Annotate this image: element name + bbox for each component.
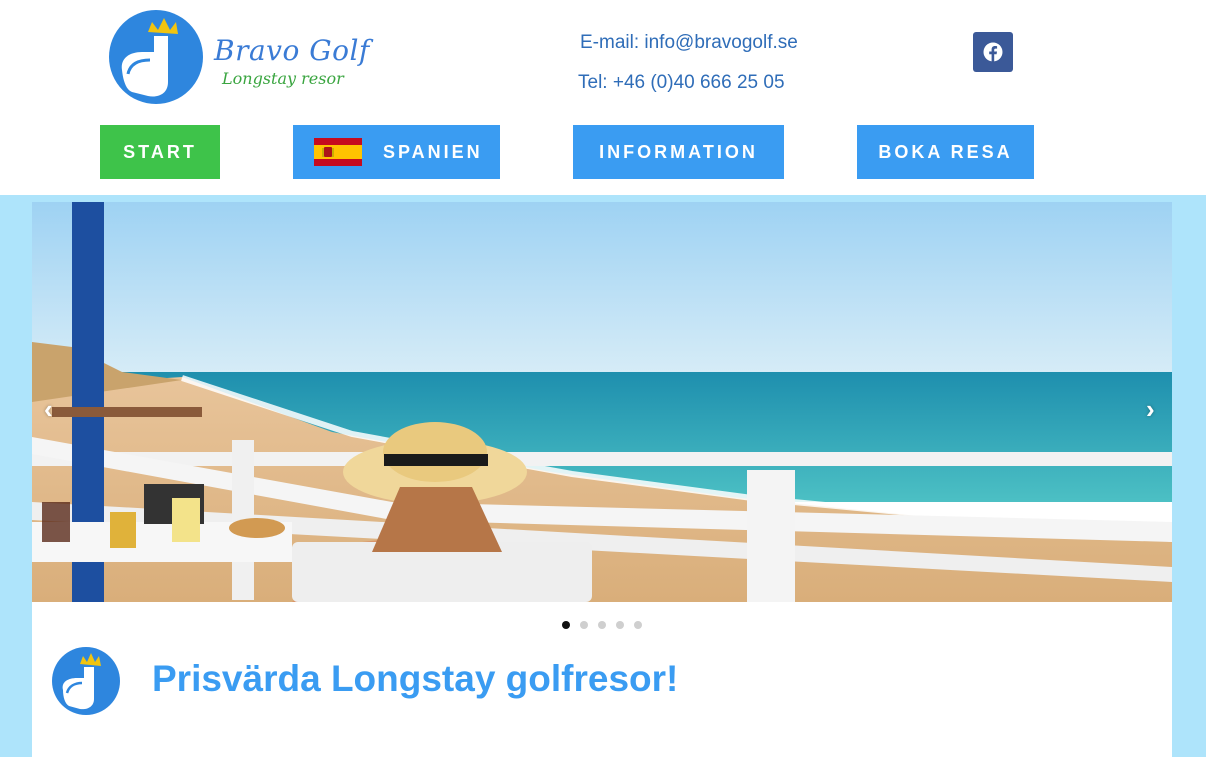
nav-spanien-label: SPANIEN — [383, 141, 483, 162]
spain-flag-icon — [314, 138, 362, 166]
slider-dot[interactable] — [562, 621, 570, 629]
facebook-button[interactable] — [973, 32, 1013, 72]
slider-dot[interactable] — [616, 621, 624, 629]
nav-boka-resa-button[interactable]: BOKA RESA — [857, 125, 1034, 179]
site-header: Bravo Golf Longstay resor E-mail: info@b… — [0, 0, 1206, 195]
page-heading: Prisvärda Longstay golfresor! — [152, 658, 679, 699]
slider-prev-arrow[interactable]: ‹ — [44, 394, 53, 425]
contact-email[interactable]: E-mail: info@bravogolf.se — [580, 32, 798, 54]
main-content: ‹ › Prisvärda Longstay golfresor! — [32, 202, 1172, 757]
slider-dot[interactable] — [634, 621, 642, 629]
slider-pagination — [562, 621, 642, 629]
facebook-icon — [983, 42, 1003, 62]
slider-dot[interactable] — [580, 621, 588, 629]
nav-spanien-button[interactable]: SPANIEN — [293, 125, 500, 179]
logo-title: Bravo Golf — [214, 34, 370, 67]
contact-phone[interactable]: Tel: +46 (0)40 666 25 05 — [578, 72, 785, 94]
nav-information-button[interactable]: INFORMATION — [573, 125, 784, 179]
image-slider[interactable]: ‹ › — [32, 202, 1172, 602]
golf-club-crown-icon — [52, 647, 120, 715]
nav-start-button[interactable]: START — [100, 125, 220, 179]
beach-slide-image — [32, 202, 1172, 602]
logo-subtitle: Longstay resor — [222, 69, 344, 88]
slider-dot[interactable] — [598, 621, 606, 629]
slider-next-arrow[interactable]: › — [1146, 394, 1155, 425]
